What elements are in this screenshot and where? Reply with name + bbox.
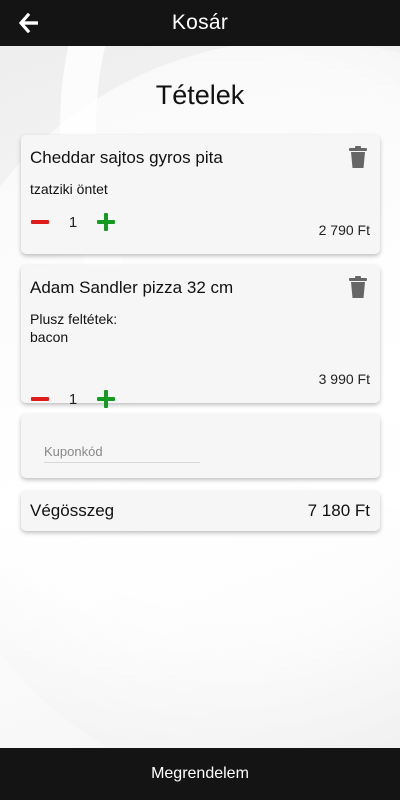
trash-icon — [349, 276, 367, 298]
cart-item: Cheddar sajtos gyros pita tzatziki öntet… — [21, 135, 380, 254]
increase-quantity-button[interactable] — [95, 388, 117, 410]
page-title: Tételek — [155, 80, 245, 110]
decrease-quantity-button[interactable] — [29, 388, 51, 410]
trash-icon — [349, 146, 367, 168]
quantity-stepper: 1 — [29, 388, 117, 410]
coupon-card — [21, 414, 380, 478]
app-bar-title: Kosár — [171, 11, 229, 34]
app-bar: Kosár — [0, 0, 400, 46]
quantity-value: 1 — [68, 213, 78, 231]
increase-quantity-button[interactable] — [95, 211, 117, 233]
item-extra-line: bacon — [30, 329, 69, 345]
item-price: 3 990 Ft — [318, 371, 370, 387]
delete-item-button[interactable] — [348, 276, 368, 298]
decrease-quantity-button[interactable] — [29, 211, 51, 233]
item-extra-line: tzatziki öntet — [30, 181, 108, 197]
order-button[interactable]: Megrendelem — [0, 748, 400, 800]
total-value: 7 180 Ft — [307, 501, 370, 520]
cart-item: Adam Sandler pizza 32 cm Plusz feltétek:… — [21, 265, 380, 408]
order-button-label: Megrendelem — [151, 765, 249, 782]
quantity-value: 1 — [68, 390, 78, 408]
back-button[interactable] — [17, 11, 41, 35]
item-extra-line: Plusz feltétek: — [30, 311, 118, 327]
item-price: 2 790 Ft — [318, 222, 370, 238]
item-name: Adam Sandler pizza 32 cm — [30, 278, 234, 297]
coupon-input[interactable] — [44, 440, 200, 463]
quantity-stepper: 1 — [29, 211, 117, 233]
item-extras: tzatziki öntet — [30, 180, 108, 198]
cart-content: Tételek Cheddar sajtos gyros pita tzatzi… — [0, 46, 400, 531]
total-label: Végösszeg — [30, 501, 115, 520]
item-extras: Plusz feltétek: bacon — [30, 310, 117, 346]
arrow-left-icon — [19, 13, 38, 33]
delete-item-button[interactable] — [348, 146, 368, 168]
item-name: Cheddar sajtos gyros pita — [30, 148, 223, 167]
total-card: Végösszeg 7 180 Ft — [21, 491, 380, 531]
